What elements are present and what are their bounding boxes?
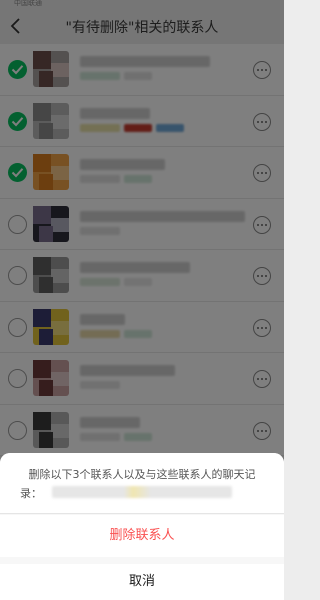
redacted-names <box>52 486 232 498</box>
delete-contacts-button[interactable]: 删除联系人 <box>0 515 284 557</box>
action-sheet: 删除以下3个联系人以及与这些联系人的聊天记 录： 删除联系人 取消 <box>0 453 284 600</box>
sheet-message-line2: 录： <box>20 487 42 500</box>
cancel-button[interactable]: 取消 <box>0 564 284 600</box>
sheet-message: 删除以下3个联系人以及与这些联系人的聊天记 录： <box>0 453 284 514</box>
sheet-message-line1: 删除以下3个联系人以及与这些联系人的聊天记 <box>28 468 256 481</box>
